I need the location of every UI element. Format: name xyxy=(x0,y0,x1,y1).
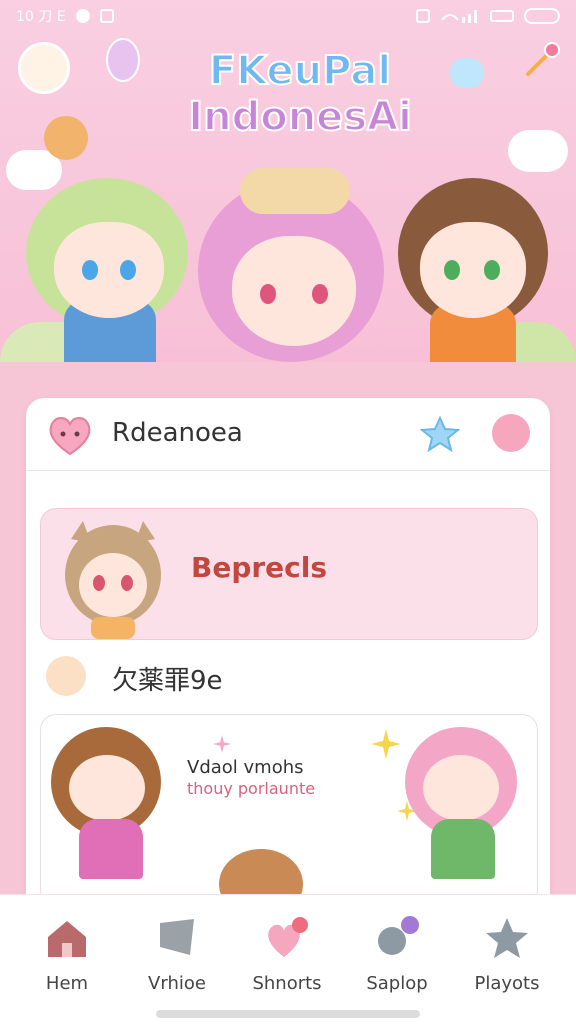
profile-avatar[interactable] xyxy=(18,42,70,94)
tab-label: Saplop xyxy=(366,973,428,994)
balloon-icon xyxy=(106,38,140,82)
character-pink-hat xyxy=(240,168,350,214)
promo-title: Vdaol vmohs xyxy=(187,757,304,778)
notification-icon xyxy=(75,9,90,23)
card-title: Rdeanoea xyxy=(112,418,243,448)
video-icon xyxy=(160,919,194,955)
tab-label: Shnorts xyxy=(252,973,322,994)
promo-card[interactable]: Vdaol vmohs thouy porlaunte xyxy=(40,714,538,906)
signal-icon xyxy=(441,10,477,23)
home-icon xyxy=(48,921,86,957)
section-label: 欠薬罪9e xyxy=(112,666,223,696)
battery-small-icon xyxy=(490,10,514,22)
bear-decoration xyxy=(44,116,88,160)
status-time: 10 刀 E xyxy=(16,9,66,25)
character-green-face xyxy=(54,222,164,318)
explore-icon xyxy=(378,916,419,955)
status-bar: 10 刀 E xyxy=(0,0,576,32)
sparkle-icon xyxy=(213,735,231,753)
heart-icon[interactable] xyxy=(46,414,94,456)
header-banner: FKeuPal IndonesAi xyxy=(0,0,576,362)
tab-playlists[interactable]: Playots xyxy=(452,909,562,999)
tab-label: Hem xyxy=(45,973,89,994)
feature-character-avatar xyxy=(65,521,161,639)
tab-label: Playots xyxy=(474,973,540,994)
character-pink-face xyxy=(232,236,356,346)
home-indicator[interactable] xyxy=(156,1010,420,1018)
tab-shorts[interactable]: Shnorts xyxy=(232,909,342,999)
chat-icon[interactable] xyxy=(492,414,530,452)
girl-brown-dress xyxy=(79,819,143,879)
tab-video[interactable]: Vrhioe xyxy=(122,909,232,999)
cloud-decoration xyxy=(508,130,568,172)
nfc-icon xyxy=(416,9,430,23)
main-card: Rdeanoea Beprecls 欠薬罪9e Vdaol vmohs thou… xyxy=(26,398,550,918)
sparkle-icon xyxy=(371,729,401,759)
battery-icon xyxy=(524,8,560,24)
character-brown-face xyxy=(420,222,526,318)
girl-pink-face xyxy=(423,755,499,821)
tab-label: Vrhioe xyxy=(148,973,206,994)
settings-icon xyxy=(99,9,114,23)
logo-line-2: IndonesAi xyxy=(187,93,413,141)
star-icon xyxy=(486,918,528,958)
tab-explore[interactable]: Saplop xyxy=(342,909,452,999)
tab-home[interactable]: Hem xyxy=(12,909,122,999)
hearts-icon xyxy=(268,917,308,957)
star-icon[interactable] xyxy=(420,416,460,452)
feature-banner[interactable]: Beprecls xyxy=(40,508,538,640)
bottom-tab-bar: Hem Vrhioe Shnorts Saplop Playots xyxy=(0,894,576,1025)
logo-line-1: FKeuPal xyxy=(208,47,392,95)
girl-brown-face xyxy=(69,755,145,821)
section-character-icon xyxy=(46,656,86,696)
card-header: Rdeanoea xyxy=(26,398,550,471)
promo-subtitle: thouy porlaunte xyxy=(187,779,316,798)
app-logo: FKeuPal IndonesAi xyxy=(150,47,450,141)
speech-bubble-icon xyxy=(450,58,484,88)
girl-pink-dress xyxy=(431,819,495,879)
magic-wand-icon xyxy=(526,42,560,76)
feature-label: Beprecls xyxy=(191,551,328,584)
